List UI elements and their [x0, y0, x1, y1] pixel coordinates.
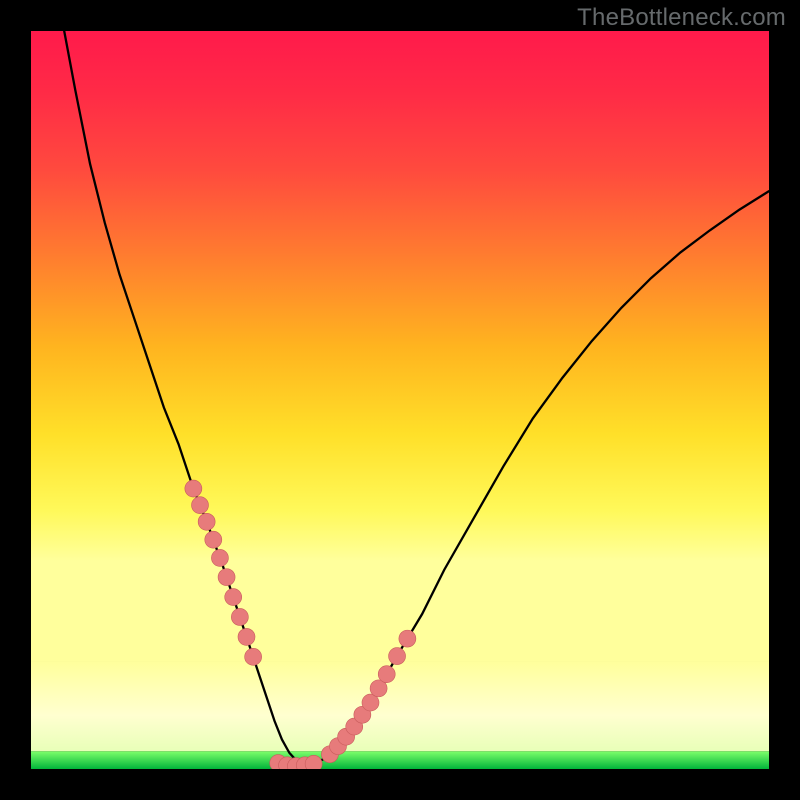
data-marker: [378, 666, 395, 683]
data-marker: [211, 549, 228, 566]
chart-svg: [31, 31, 769, 769]
data-marker: [192, 497, 209, 514]
data-marker: [198, 513, 215, 530]
watermark-text: TheBottleneck.com: [577, 4, 786, 32]
data-marker: [245, 648, 262, 665]
data-marker: [231, 608, 248, 625]
data-marker: [399, 630, 416, 647]
data-marker: [305, 755, 322, 769]
data-marker: [238, 628, 255, 645]
chart-frame: TheBottleneck.com: [0, 0, 800, 800]
plot-area: [31, 31, 769, 769]
data-marker: [389, 648, 406, 665]
data-marker: [185, 480, 202, 497]
data-marker: [225, 589, 242, 606]
data-marker: [218, 569, 235, 586]
data-marker: [205, 531, 222, 548]
